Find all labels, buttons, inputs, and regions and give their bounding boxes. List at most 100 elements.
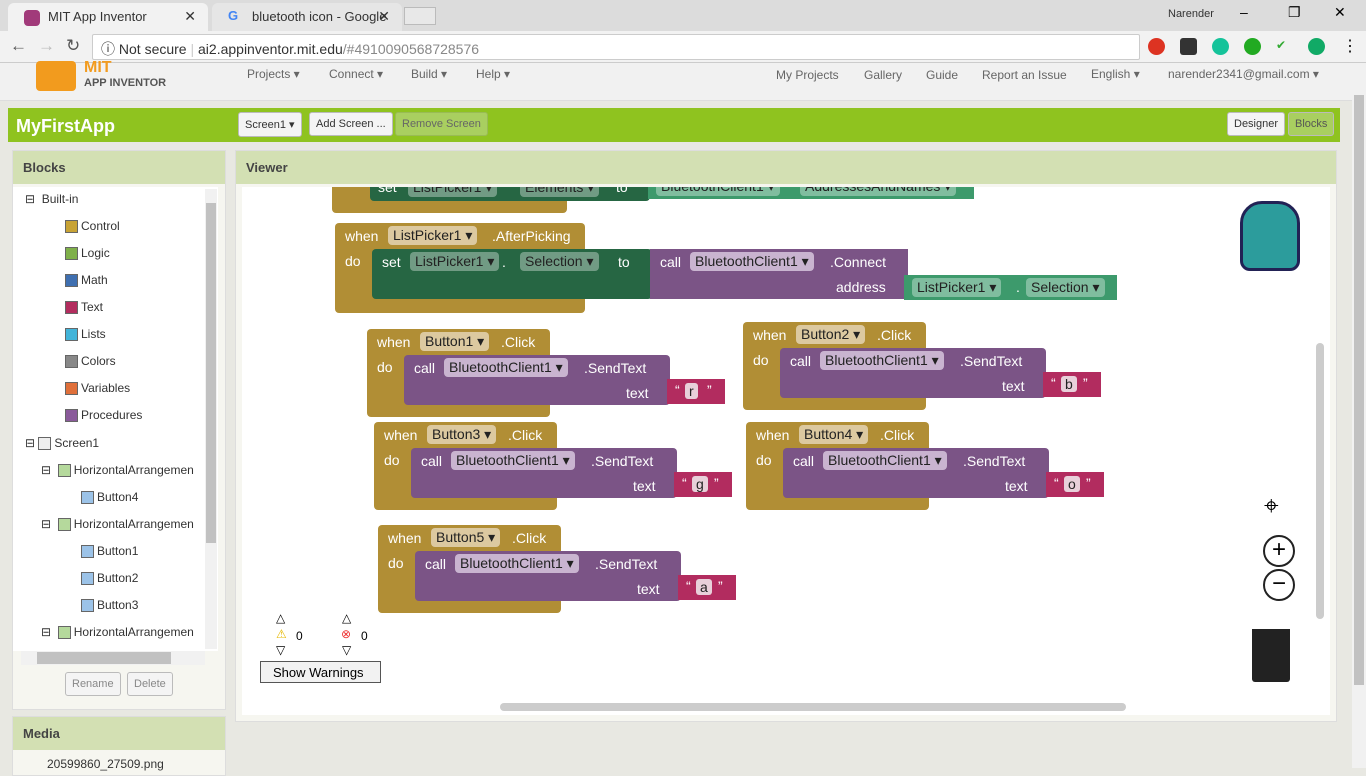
designer-button[interactable]: Designer [1227,112,1286,136]
component-dropdown[interactable]: Button1 ▾ [420,332,490,351]
close-tab-icon[interactable]: ✕ [378,8,390,25]
collapse-icon[interactable]: ⊟ [25,192,35,206]
profile-name[interactable]: Narender [1168,8,1214,20]
string-value[interactable]: a [696,579,712,595]
builtin-lists[interactable]: Lists [65,327,106,342]
warnings-down-arrow-icon[interactable]: ▽ [276,643,285,657]
call-connect-block[interactable]: call BluetoothClient1 ▾ .Connect address [650,249,908,299]
component-dropdown[interactable]: Button4 ▾ [799,425,869,444]
component-node[interactable]: Button1 [81,544,138,559]
component-dropdown[interactable]: ListPicker1 ▾ [912,278,1002,297]
app-inventor-logo-icon[interactable] [36,61,76,91]
component-node[interactable]: Button2 [81,571,138,586]
workspace-vertical-scrollbar[interactable] [1316,343,1324,619]
collapse-icon[interactable]: ⊟ [41,517,51,531]
page-scrollbar[interactable] [1352,63,1366,768]
show-warnings-button[interactable]: Show Warnings [260,661,381,683]
back-icon[interactable]: ← [10,36,27,56]
reload-icon[interactable]: ↻ [66,36,80,56]
blocks-workspace[interactable]: do set ListPicker1 ▾ Elements ▾ to Bluet… [242,187,1330,715]
component-dropdown[interactable]: BluetoothClient1 ▾ [823,451,947,470]
builtin-text[interactable]: Text [65,300,103,315]
set-selection-block[interactable]: set ListPicker1 ▾ . Selection ▾ to [372,249,652,299]
builtin-control[interactable]: Control [65,219,120,234]
addresses-getter-block[interactable]: BluetoothClient1 ▾ AddressesAndNames ▾ [648,187,974,199]
string-value[interactable]: g [692,476,708,492]
call-sendtext-block[interactable]: call BluetoothClient1 ▾ .SendText text [780,348,1046,398]
component-dropdown[interactable]: Button3 ▾ [427,425,497,444]
builtin-logic[interactable]: Logic [65,246,110,261]
add-screen-button[interactable]: Add Screen ... [309,112,393,136]
text-string-block[interactable]: “b” [1043,372,1101,397]
restore-icon[interactable]: ❐ [1288,4,1301,21]
link-my-projects[interactable]: My Projects [776,68,839,82]
collapse-icon[interactable]: ⊟ [41,625,51,639]
collapse-icon[interactable]: ⊟ [25,436,35,450]
extension-adblock-icon[interactable] [1148,38,1165,55]
errors-down-arrow-icon[interactable]: ▽ [342,643,351,657]
account-menu[interactable]: narender2341@gmail.com ▾ [1168,67,1319,81]
language-menu[interactable]: English ▾ [1091,67,1140,81]
component-dropdown[interactable]: ListPicker1 ▾ [408,187,498,197]
builtin-variables[interactable]: Variables [65,381,130,396]
errors-up-arrow-icon[interactable]: △ [342,611,351,625]
rename-button[interactable]: Rename [65,672,121,696]
call-sendtext-block[interactable]: call BluetoothClient1 ▾ .SendText text [783,448,1049,498]
menu-build[interactable]: Build ▾ [411,67,447,81]
component-node[interactable]: Button4 [81,490,138,505]
new-tab-button[interactable] [404,7,436,25]
set-elements-block[interactable]: set ListPicker1 ▾ Elements ▾ to [370,187,650,201]
workspace-horizontal-scrollbar[interactable] [500,703,1126,711]
component-dropdown[interactable]: BluetoothClient1 ▾ [656,187,780,196]
component-dropdown[interactable]: Button2 ▾ [796,325,866,344]
builtin-math[interactable]: Math [65,273,108,288]
link-guide[interactable]: Guide [926,68,958,82]
link-report-issue[interactable]: Report an Issue [982,68,1067,82]
text-string-block[interactable]: “g” [674,472,732,497]
string-value[interactable]: r [685,383,698,399]
component-dropdown[interactable]: BluetoothClient1 ▾ [451,451,575,470]
blocks-button[interactable]: Blocks [1288,112,1335,136]
component-dropdown[interactable]: Button5 ▾ [431,528,501,547]
link-gallery[interactable]: Gallery [864,68,902,82]
zoom-out-icon[interactable]: − [1263,569,1295,601]
property-dropdown[interactable]: Elements ▾ [520,187,600,197]
call-sendtext-block[interactable]: call BluetoothClient1 ▾ .SendText text [411,448,677,498]
extension-icon[interactable] [1180,38,1197,55]
component-node[interactable]: ⊟ HorizontalArrangemen [41,517,194,532]
close-tab-icon[interactable]: ✕ [184,8,196,25]
property-dropdown[interactable]: Selection ▾ [1026,278,1105,297]
call-sendtext-block[interactable]: call BluetoothClient1 ▾ .SendText text [415,551,681,601]
property-dropdown[interactable]: Selection ▾ [520,252,599,271]
text-string-block[interactable]: “r” [667,379,725,404]
menu-help[interactable]: Help ▾ [476,67,510,81]
close-window-icon[interactable]: ✕ [1334,4,1346,21]
center-target-icon[interactable]: ⌖ [1264,490,1279,522]
zoom-in-icon[interactable]: + [1263,535,1295,567]
forward-icon[interactable]: → [38,36,55,56]
component-dropdown[interactable]: BluetoothClient1 ▾ [820,351,944,370]
grammarly-icon[interactable] [1212,38,1229,55]
component-dropdown[interactable]: ListPicker1 ▾ [410,252,500,271]
menu-projects[interactable]: Projects ▾ [247,67,300,81]
string-value[interactable]: b [1061,376,1077,392]
tab-google[interactable]: G bluetooth icon - Google ✕ [212,3,402,31]
component-dropdown[interactable]: BluetoothClient1 ▾ [444,358,568,377]
collapse-icon[interactable]: ⊟ [41,463,51,477]
minimize-icon[interactable]: – [1240,4,1248,20]
tree-vertical-scrollbar[interactable] [205,189,217,649]
screen1-node[interactable]: ⊟ Screen1 [25,436,99,451]
extension-chat-icon[interactable] [1308,38,1325,55]
property-dropdown[interactable]: AddressesAndNames ▾ [800,187,957,196]
tab-app-inventor[interactable]: MIT App Inventor ✕ [8,3,208,31]
remove-screen-button[interactable]: Remove Screen [395,112,488,136]
extension-checkmark-icon[interactable]: ✔ [1276,38,1293,55]
component-dropdown[interactable]: ListPicker1 ▾ [388,226,478,245]
builtin-colors[interactable]: Colors [65,354,116,369]
tree-horizontal-scrollbar[interactable] [21,651,205,665]
extension-check-icon[interactable] [1244,38,1261,55]
screen-select[interactable]: Screen1 ▾ [238,112,302,137]
component-dropdown[interactable]: BluetoothClient1 ▾ [690,252,814,271]
component-dropdown[interactable]: BluetoothClient1 ▾ [455,554,579,573]
menu-icon[interactable]: ⋮ [1342,36,1358,56]
